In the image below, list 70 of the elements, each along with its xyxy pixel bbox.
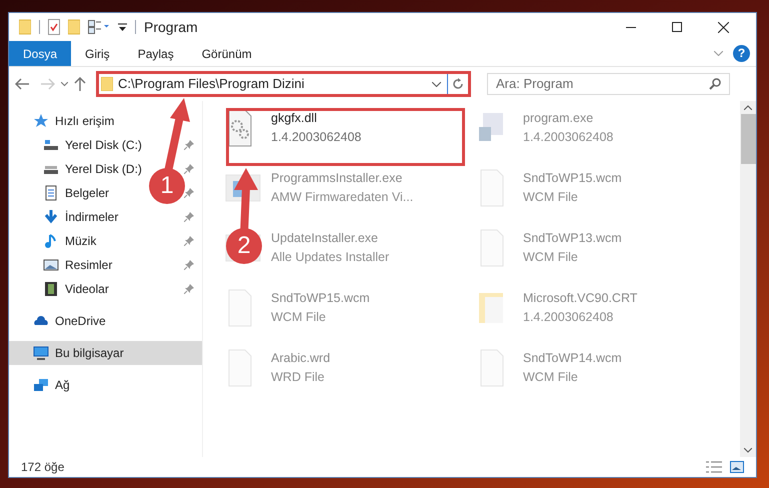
up-arrow-icon[interactable] [74,77,86,91]
dropdown-icon[interactable] [118,22,127,32]
sidebar-item[interactable]: OneDrive [9,309,110,333]
chevron-down-icon[interactable] [432,82,441,86]
scrollbar-thumb[interactable] [740,114,756,164]
sidebar-item[interactable]: Hızlı erişim [9,109,118,133]
music-note-icon [43,233,59,249]
pin-icon[interactable] [184,260,194,270]
refresh-icon[interactable] [452,78,464,90]
search-placeholder: Ara: Program [496,75,574,94]
download-arrow-icon [43,209,59,225]
picture-icon [43,257,59,273]
film-icon [43,281,59,297]
file-detail: 1.4.2003062408 [523,308,614,326]
sidebar-item[interactable]: Yerel Disk (C:) [9,133,146,157]
scroll-up-icon[interactable] [744,105,752,110]
pin-icon[interactable] [184,284,194,294]
file-detail: AMW Firmwaredaten Vi... [271,188,414,206]
ribbon-tab[interactable]: Dosya [9,41,72,66]
monitor-icon [33,345,49,361]
scroll-down-icon[interactable] [744,448,752,453]
file-detail: WCM File [523,368,578,386]
sidebar-item[interactable]: Bu bilgisayar [9,341,202,365]
sidebar-item[interactable]: İndirmeler [9,205,122,229]
network-icon [33,377,49,393]
chevron-down-icon[interactable] [61,82,68,86]
details-view-icon[interactable] [706,461,722,473]
address-bar[interactable]: C:\Program Files\Program Dizini [96,71,471,97]
folder-icon [101,77,113,91]
pin-icon[interactable] [184,164,194,174]
drive-icon [43,137,59,153]
file-detail: Alle Updates Installer [271,248,390,266]
item-count: 172 öğe [21,459,64,476]
file-detail: WRD File [271,368,324,386]
sidebar-item[interactable]: Belgeler [9,181,114,205]
sidebar-item[interactable]: Müzik [9,229,100,253]
new-folder-icon [68,19,80,35]
maximize-icon [672,22,682,32]
sidebar-item[interactable]: Ağ [9,373,74,397]
file-detail: 1.4.2003062408 [271,128,362,146]
back-arrow-icon[interactable] [15,78,29,90]
ribbon-tab[interactable]: Görünüm [188,41,266,66]
ribbon-tab[interactable]: Giriş [71,41,124,66]
pin-icon[interactable] [184,140,194,150]
minimize-icon [626,26,636,28]
window-title: Program [144,18,198,37]
file-detail: WCM File [523,188,578,206]
address-path: C:\Program Files\Program Dizini [118,75,304,94]
pin-icon[interactable] [184,236,194,246]
large-icons-view-icon[interactable] [730,461,744,473]
star-icon [33,113,49,129]
sidebar-item[interactable]: Videolar [9,277,113,301]
document-icon [43,185,59,201]
view-icon [88,20,110,34]
sidebar-item[interactable]: Yerel Disk (D:) [9,157,146,181]
properties-icon [48,19,60,35]
search-icon [709,78,721,90]
search-field[interactable]: Ara: Program [487,73,730,95]
scrollbar[interactable] [740,101,756,457]
file-detail: WCM File [271,308,326,326]
file-detail: 1.4.2003062408 [523,128,614,146]
file-detail: WCM File [523,248,578,266]
help-button[interactable]: ? [733,45,750,62]
file-name[interactable]: gkgfx.dll [271,109,317,128]
sidebar-item[interactable]: Resimler [9,253,116,277]
ribbon-tab[interactable]: Paylaş [124,41,188,66]
pin-icon[interactable] [184,212,194,222]
close-icon [718,22,728,32]
pin-icon[interactable] [184,188,194,198]
folder-icon [19,19,31,35]
